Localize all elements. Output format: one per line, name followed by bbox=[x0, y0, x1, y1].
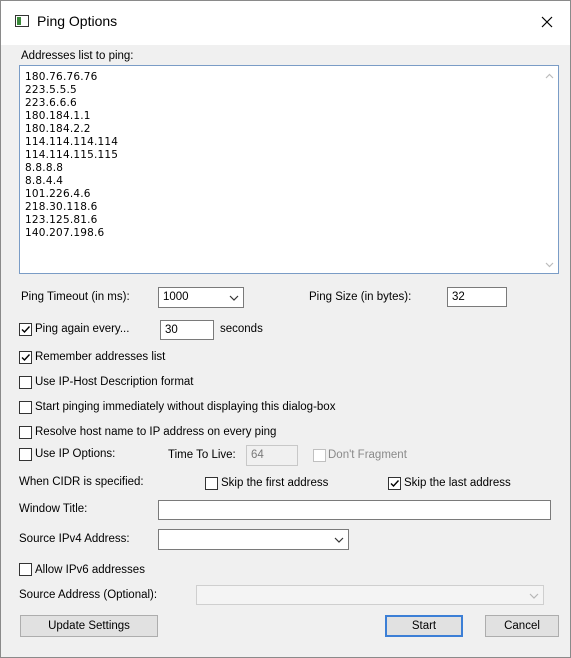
window-title-label: Window Title: bbox=[19, 503, 88, 515]
start-button[interactable]: Start bbox=[385, 615, 463, 637]
address-line: 140.207.198.6 bbox=[25, 227, 105, 239]
ping-interval-value: 30 bbox=[165, 324, 178, 336]
chevron-down-icon bbox=[229, 293, 239, 301]
ttl-label: Time To Live: bbox=[168, 449, 236, 461]
addresses-list: 180.76.76.76 223.5.5.5 223.6.6.6 180.184.1.… bbox=[25, 71, 118, 240]
ping-interval-unit: seconds bbox=[220, 323, 263, 335]
start-label: Start bbox=[411, 620, 437, 632]
address-line: 8.8.4.4 bbox=[25, 175, 64, 187]
ping-options-dialog: Ping Options Addresses list to ping: 180… bbox=[0, 0, 571, 658]
skip-first-checkbox[interactable] bbox=[205, 477, 218, 490]
ping-size-input[interactable]: 32 bbox=[447, 287, 507, 307]
resolve-host-checkbox[interactable] bbox=[19, 426, 32, 439]
cidr-label: When CIDR is specified: bbox=[19, 476, 144, 488]
source-ipv4-label: Source IPv4 Address: bbox=[19, 533, 130, 545]
source-ipv4-select[interactable] bbox=[158, 529, 349, 550]
window-title-input[interactable] bbox=[158, 500, 551, 520]
scroll-down-icon[interactable] bbox=[545, 260, 554, 269]
ttl-input[interactable]: 64 bbox=[246, 445, 298, 466]
title-bar: Ping Options bbox=[1, 1, 570, 45]
cancel-label: Cancel bbox=[504, 620, 540, 632]
address-line: 180.76.76.76 bbox=[25, 71, 98, 83]
ip-host-format-label[interactable]: Use IP-Host Description format bbox=[35, 376, 194, 388]
ping-size-label: Ping Size (in bytes): bbox=[309, 291, 412, 303]
ping-timeout-select[interactable]: 1000 bbox=[158, 287, 244, 308]
source-address-select[interactable] bbox=[196, 585, 544, 605]
address-line: 114.114.114.114 bbox=[25, 136, 119, 148]
address-line: 180.184.1.1 bbox=[25, 110, 91, 122]
ping-timeout-label: Ping Timeout (in ms): bbox=[21, 291, 130, 303]
chevron-down-icon bbox=[529, 591, 539, 599]
address-line: 8.8.8.8 bbox=[25, 162, 64, 174]
close-icon[interactable] bbox=[532, 9, 562, 35]
addresses-label: Addresses list to ping: bbox=[21, 50, 134, 62]
chevron-down-icon bbox=[334, 535, 344, 543]
window-title: Ping Options bbox=[37, 13, 118, 29]
update-settings-button[interactable]: Update Settings bbox=[20, 615, 158, 637]
skip-last-label[interactable]: Skip the last address bbox=[404, 477, 511, 489]
ip-host-format-checkbox[interactable] bbox=[19, 376, 32, 389]
skip-first-label[interactable]: Skip the first address bbox=[221, 477, 328, 489]
cancel-button[interactable]: Cancel bbox=[485, 615, 559, 637]
address-line: 218.30.118.6 bbox=[25, 201, 98, 213]
address-line: 223.5.5.5 bbox=[25, 84, 77, 96]
address-line: 101.226.4.6 bbox=[25, 188, 91, 200]
addresses-scrollbar[interactable] bbox=[541, 66, 558, 273]
ping-interval-input[interactable]: 30 bbox=[160, 320, 214, 340]
ip-options-label[interactable]: Use IP Options: bbox=[35, 448, 115, 460]
source-address-label: Source Address (Optional): bbox=[19, 589, 158, 601]
remember-addresses-checkbox[interactable] bbox=[19, 351, 32, 364]
update-settings-label: Update Settings bbox=[48, 620, 130, 632]
app-icon bbox=[15, 15, 29, 27]
ping-again-label[interactable]: Ping again every... bbox=[35, 323, 129, 335]
address-line: 123.125.81.6 bbox=[25, 214, 98, 226]
skip-last-checkbox[interactable] bbox=[388, 477, 401, 490]
ping-again-checkbox[interactable] bbox=[19, 323, 32, 336]
ping-size-value: 32 bbox=[452, 291, 465, 303]
scroll-up-icon[interactable] bbox=[545, 72, 554, 81]
address-line: 223.6.6.6 bbox=[25, 97, 77, 109]
ip-options-checkbox[interactable] bbox=[19, 448, 32, 461]
dont-fragment-label[interactable]: Don't Fragment bbox=[328, 449, 407, 461]
dont-fragment-checkbox[interactable] bbox=[313, 449, 326, 462]
remember-addresses-label[interactable]: Remember addresses list bbox=[35, 351, 165, 363]
start-immediately-checkbox[interactable] bbox=[19, 401, 32, 414]
ping-timeout-value: 1000 bbox=[163, 291, 189, 303]
address-line: 114.114.115.115 bbox=[25, 149, 119, 161]
addresses-textarea[interactable]: 180.76.76.76 223.5.5.5 223.6.6.6 180.184.1.… bbox=[19, 65, 559, 274]
allow-ipv6-checkbox[interactable] bbox=[19, 563, 32, 576]
start-immediately-label[interactable]: Start pinging immediately without displa… bbox=[35, 401, 335, 413]
ttl-value: 64 bbox=[251, 449, 264, 461]
resolve-host-label[interactable]: Resolve host name to IP address on every… bbox=[35, 426, 276, 438]
allow-ipv6-label[interactable]: Allow IPv6 addresses bbox=[35, 564, 145, 576]
address-line: 180.184.2.2 bbox=[25, 123, 91, 135]
